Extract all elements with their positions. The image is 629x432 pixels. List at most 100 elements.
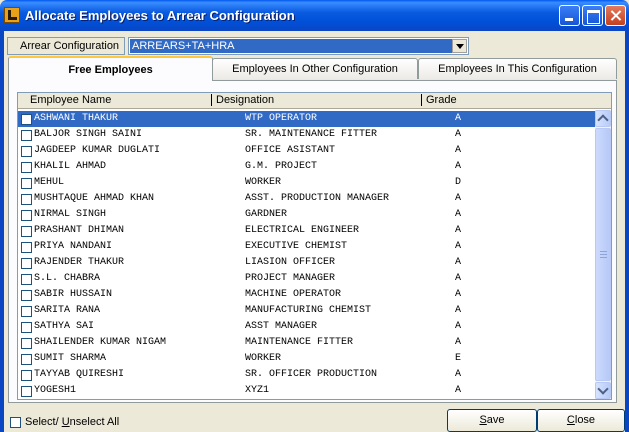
column-header-employee-name[interactable]: Employee Name (30, 94, 111, 106)
button-label: lose (574, 414, 596, 426)
vertical-scrollbar[interactable] (595, 110, 611, 399)
close-button[interactable]: Close (537, 409, 625, 432)
table-row[interactable]: S.L. CHABRA PROJECT MANAGER A (18, 271, 595, 287)
row-checkbox[interactable] (21, 386, 32, 397)
row-checkbox[interactable] (21, 210, 32, 221)
row-checkbox[interactable] (21, 162, 32, 173)
column-header-grade[interactable]: Grade (421, 94, 457, 106)
table-row[interactable]: SATHYA SAI ASST MANAGER A (18, 319, 595, 335)
cell-designation: WORKER (245, 353, 282, 364)
cell-employee-name: PRIYA NANDANI (34, 241, 113, 252)
row-checkbox[interactable] (21, 258, 32, 269)
cell-employee-name: JAGDEEP KUMAR DUGLATI (34, 145, 161, 156)
table-row[interactable]: MUSHTAQUE AHMAD KHAN ASST. PRODUCTION MAN… (18, 191, 595, 207)
cell-designation: EXECUTIVE CHEMIST (245, 241, 348, 252)
row-checkbox[interactable] (21, 226, 32, 237)
tab-employees-in-this-configuration[interactable]: Employees In This Configuration (418, 58, 617, 79)
chevron-down-icon[interactable] (595, 382, 611, 399)
table-row[interactable]: YOGESH1 XYZ1 A (18, 383, 595, 399)
table-row[interactable]: MEHUL WORKER D (18, 175, 595, 191)
row-checkbox[interactable] (21, 322, 32, 333)
row-checkbox[interactable] (21, 290, 32, 301)
cell-employee-name: SATHYA SAI (34, 321, 95, 332)
table-row[interactable]: BALJOR SINGH SAINI SR. MAINTENANCE FITTER… (18, 127, 595, 143)
select-unselect-all-label: Select/ Unselect All (25, 416, 119, 428)
column-header-designation[interactable]: Designation (211, 94, 274, 106)
cell-grade: E (455, 353, 462, 364)
cell-employee-name: NIRMAL SINGH (34, 209, 107, 220)
cell-employee-name: PRASHANT DHIMAN (34, 225, 125, 236)
cell-grade: A (455, 385, 462, 396)
row-checkbox[interactable] (21, 194, 32, 205)
cell-employee-name: SUMIT SHARMA (34, 353, 107, 364)
cell-employee-name: BALJOR SINGH SAINI (34, 129, 143, 140)
arrear-configuration-select[interactable]: ARREARS+TA+HRA (128, 37, 469, 55)
app-icon[interactable] (4, 7, 20, 23)
cell-grade: A (455, 161, 462, 172)
row-checkbox[interactable] (21, 242, 32, 253)
chevron-up-icon[interactable] (595, 110, 611, 127)
table-row[interactable]: SHAILENDER KUMAR NIGAM MAINTENANCE FITTER… (18, 335, 595, 351)
cell-grade: A (455, 337, 462, 348)
cell-employee-name: YOGESH1 (34, 385, 77, 396)
row-checkbox[interactable] (21, 354, 32, 365)
cell-grade: A (455, 321, 462, 332)
cell-employee-name: SHAILENDER KUMAR NIGAM (34, 337, 167, 348)
cell-designation: WORKER (245, 177, 282, 188)
save-button[interactable]: Save (447, 409, 537, 432)
row-checkbox[interactable] (21, 114, 32, 125)
label-part: Select/ (25, 416, 62, 428)
scrollbar-thumb[interactable] (595, 128, 611, 381)
table-row[interactable]: NIRMAL SINGH GARDNER A (18, 207, 595, 223)
row-checkbox[interactable] (21, 130, 32, 141)
cell-designation: WTP OPERATOR (245, 113, 318, 124)
table-row[interactable]: SARITA RANA MANUFACTURING CHEMIST A (18, 303, 595, 319)
label-part: nselect All (69, 416, 120, 428)
table-row[interactable]: TAYYAB QUIRESHI SR. OFFICER PRODUCTION A (18, 367, 595, 383)
cell-grade: A (455, 241, 462, 252)
tab-employees-in-other-configuration[interactable]: Employees In Other Configuration (212, 58, 418, 79)
cell-grade: A (455, 257, 462, 268)
cell-grade: D (455, 177, 462, 188)
row-checkbox[interactable] (21, 338, 32, 349)
table-row[interactable]: SABIR HUSSAIN MACHINE OPERATOR A (18, 287, 595, 303)
cell-employee-name: S.L. CHABRA (34, 273, 101, 284)
cell-designation: MANUFACTURING CHEMIST (245, 305, 372, 316)
cell-designation: GARDNER (245, 209, 288, 220)
cell-designation: OFFICE ASISTANT (245, 145, 336, 156)
row-checkbox[interactable] (21, 370, 32, 381)
minimize-icon[interactable] (559, 5, 580, 26)
checkbox-box[interactable] (10, 417, 21, 428)
cell-employee-name: MUSHTAQUE AHMAD KHAN (34, 193, 155, 204)
row-checkbox[interactable] (21, 146, 32, 157)
cell-designation: PROJECT MANAGER (245, 273, 336, 284)
cell-employee-name: RAJENDER THAKUR (34, 257, 125, 268)
maximize-icon[interactable] (582, 5, 603, 26)
cell-grade: A (455, 145, 462, 156)
row-checkbox[interactable] (21, 274, 32, 285)
table-row[interactable]: PRASHANT DHIMAN ELECTRICAL ENGINEER A (18, 223, 595, 239)
close-icon[interactable] (605, 5, 626, 26)
title-bar[interactable]: Allocate Employees to Arrear Configurati… (0, 0, 629, 31)
table-row[interactable]: JAGDEEP KUMAR DUGLATI OFFICE ASISTANT A (18, 143, 595, 159)
table-row[interactable]: SUMIT SHARMA WORKER E (18, 351, 595, 367)
cell-designation: LIASION OFFICER (245, 257, 336, 268)
row-checkbox[interactable] (21, 178, 32, 189)
table-row[interactable]: ASHWANI THAKUR WTP OPERATOR A (18, 111, 595, 127)
cell-grade: A (455, 305, 462, 316)
tab-free-employees[interactable]: Free Employees (8, 56, 213, 81)
table-row[interactable]: RAJENDER THAKUR LIASION OFFICER A (18, 255, 595, 271)
employee-grid[interactable]: Employee Name Designation Grade ASHWANI … (17, 92, 612, 400)
cell-employee-name: KHALIL AHMAD (34, 161, 107, 172)
grip-icon (600, 251, 607, 258)
table-row[interactable]: KHALIL AHMAD G.M. PROJECT A (18, 159, 595, 175)
window-frame-right (625, 31, 629, 432)
cell-grade: A (455, 209, 462, 220)
window-title: Allocate Employees to Arrear Configurati… (25, 8, 295, 23)
cell-grade: A (455, 273, 462, 284)
table-row[interactable]: PRIYA NANDANI EXECUTIVE CHEMIST A (18, 239, 595, 255)
cell-designation: ASST. PRODUCTION MANAGER (245, 193, 390, 204)
row-checkbox[interactable] (21, 306, 32, 317)
chevron-down-icon[interactable] (452, 39, 467, 53)
cell-employee-name: TAYYAB QUIRESHI (34, 369, 125, 380)
